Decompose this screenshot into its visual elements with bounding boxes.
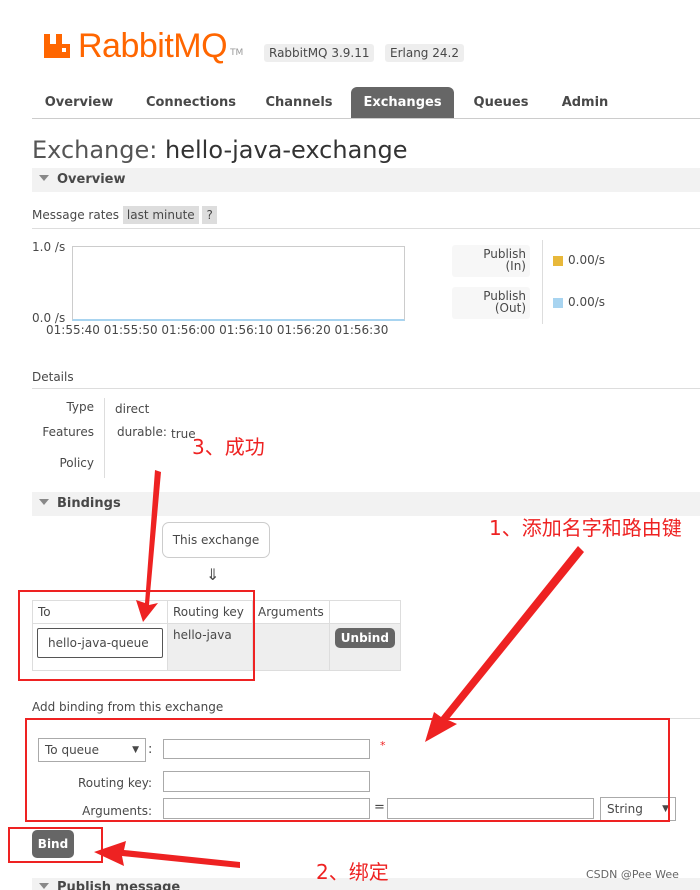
- annotation-arrow-success: [136, 470, 161, 622]
- watermark: CSDN @Pee Wee: [586, 868, 679, 881]
- annotation-step2: 2、绑定: [316, 860, 389, 884]
- annotation-arrow-bind: [94, 841, 240, 868]
- annotation-arrows: [94, 470, 584, 868]
- annotation-arrow-form: [425, 546, 584, 742]
- annotation-step1: 1、添加名字和路由键: [489, 516, 682, 540]
- annotation-step3: 3、成功: [192, 435, 265, 459]
